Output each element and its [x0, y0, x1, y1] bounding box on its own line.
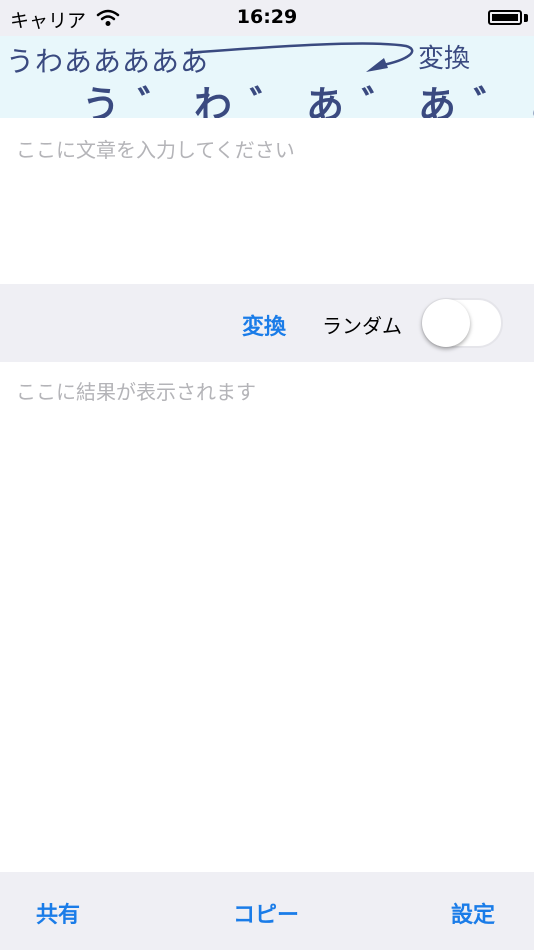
- result-placeholder: ここに結果が表示されます: [16, 380, 256, 404]
- input-text-area[interactable]: ここに文章を入力してください: [0, 118, 534, 284]
- bottom-toolbar: 共有 コピー 設定: [0, 872, 534, 950]
- example-banner: うわあああああ 変換 う゛わ゛あ゛あ゛あ゛あ゛: [0, 36, 534, 118]
- status-bar: キャリア 16:29: [0, 0, 534, 36]
- banner-convert-label: 変換: [418, 44, 471, 74]
- share-button[interactable]: 共有: [36, 897, 80, 929]
- banner-result-text: う゛わ゛あ゛あ゛あ゛あ゛: [82, 83, 534, 118]
- input-placeholder: ここに文章を入力してください: [16, 138, 295, 162]
- battery-tip: [524, 14, 528, 22]
- random-toggle[interactable]: [421, 298, 503, 348]
- result-text-area[interactable]: ここに結果が表示されます: [0, 362, 534, 872]
- copy-button[interactable]: コピー: [233, 897, 299, 929]
- battery-icon: [488, 10, 522, 25]
- toggle-knob: [422, 299, 470, 347]
- clock: 16:29: [236, 6, 298, 28]
- settings-button[interactable]: 設定: [451, 897, 495, 929]
- convert-button[interactable]: 変換: [242, 309, 286, 341]
- convert-toolbar: 変換 ランダム: [0, 284, 534, 362]
- random-label: ランダム: [322, 314, 402, 338]
